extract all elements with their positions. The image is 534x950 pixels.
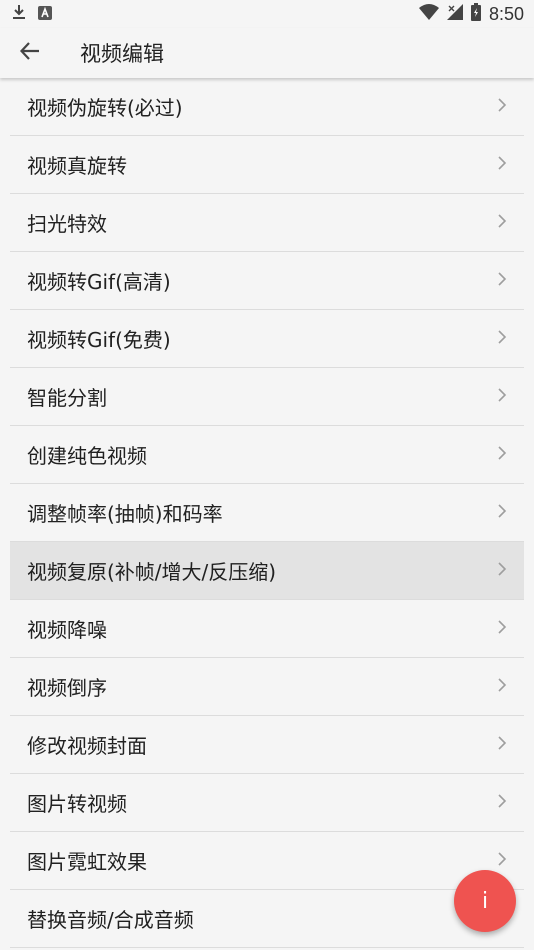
page-title: 视频编辑	[80, 42, 164, 66]
menu-item-label: 视频复原(补帧/增大/反压缩)	[27, 560, 277, 584]
notification-a-icon	[38, 5, 52, 24]
menu-item-neon-effect[interactable]: 图片霓虹效果	[10, 832, 524, 890]
menu-item-label: 视频转Gif(免费)	[27, 328, 171, 352]
status-time: 8:50	[488, 3, 524, 24]
signal-icon	[446, 3, 463, 25]
menu-item-gif-free[interactable]: 视频转Gif(免费)	[10, 310, 524, 368]
download-icon	[12, 4, 26, 24]
status-bar: 8:50	[0, 0, 534, 28]
battery-icon	[470, 2, 481, 26]
chevron-right-icon	[496, 155, 508, 174]
chevron-right-icon	[496, 445, 508, 464]
menu-item-label: 图片转视频	[27, 792, 127, 816]
info-fab-button[interactable]: i	[454, 870, 516, 932]
chevron-right-icon	[496, 619, 508, 638]
menu-item-label: 视频转Gif(高清)	[27, 270, 171, 294]
menu-item-label: 智能分割	[27, 386, 107, 410]
menu-item-label: 视频真旋转	[27, 154, 127, 178]
info-icon: i	[481, 888, 489, 914]
menu-item-framerate-bitrate[interactable]: 调整帧率(抽帧)和码率	[10, 484, 524, 542]
menu-item-label: 修改视频封面	[27, 734, 147, 758]
chevron-right-icon	[496, 503, 508, 522]
chevron-right-icon	[496, 561, 508, 580]
menu-item-edit-cover[interactable]: 修改视频封面	[10, 716, 524, 774]
menu-item-smart-split[interactable]: 智能分割	[10, 368, 524, 426]
menu-item-label: 调整帧率(抽帧)和码率	[27, 502, 223, 526]
menu-item-image-to-video[interactable]: 图片转视频	[10, 774, 524, 832]
chevron-right-icon	[496, 97, 508, 116]
menu-item-label: 视频降噪	[27, 618, 107, 642]
arrow-left-icon	[19, 42, 40, 64]
chevron-right-icon	[496, 329, 508, 348]
menu-item-true-rotate[interactable]: 视频真旋转	[10, 136, 524, 194]
menu-item-light-sweep[interactable]: 扫光特效	[10, 194, 524, 252]
menu-item-replace-audio[interactable]: 替换音频/合成音频	[10, 890, 524, 948]
chevron-right-icon	[496, 387, 508, 406]
chevron-right-icon	[496, 735, 508, 754]
menu-item-label: 创建纯色视频	[27, 444, 147, 468]
back-button[interactable]	[0, 28, 60, 78]
menu-item-reverse[interactable]: 视频倒序	[10, 658, 524, 716]
chevron-right-icon	[496, 677, 508, 696]
menu-item-label: 替换音频/合成音频	[27, 908, 194, 932]
menu-item-gif-hd[interactable]: 视频转Gif(高清)	[10, 252, 524, 310]
status-right: 8:50	[418, 2, 524, 26]
chevron-right-icon	[496, 851, 508, 870]
menu-item-label: 视频倒序	[27, 676, 107, 700]
chevron-right-icon	[496, 271, 508, 290]
menu-item-label: 视频伪旋转(必过)	[27, 96, 183, 120]
status-left	[12, 4, 52, 24]
menu-item-denoise[interactable]: 视频降噪	[10, 600, 524, 658]
menu-item-label: 图片霓虹效果	[27, 850, 147, 874]
menu-item-solid-color-video[interactable]: 创建纯色视频	[10, 426, 524, 484]
menu-item-label: 扫光特效	[27, 212, 107, 236]
app-bar: 视频编辑	[0, 28, 534, 78]
menu-item-fake-rotate[interactable]: 视频伪旋转(必过)	[10, 78, 524, 136]
chevron-right-icon	[496, 213, 508, 232]
chevron-right-icon	[496, 793, 508, 812]
wifi-icon	[418, 3, 439, 25]
menu-item-video-restore[interactable]: 视频复原(补帧/增大/反压缩)	[10, 542, 524, 600]
menu-list: 视频伪旋转(必过) 视频真旋转 扫光特效 视频转Gif(高清) 视频转Gif(免…	[10, 78, 524, 948]
